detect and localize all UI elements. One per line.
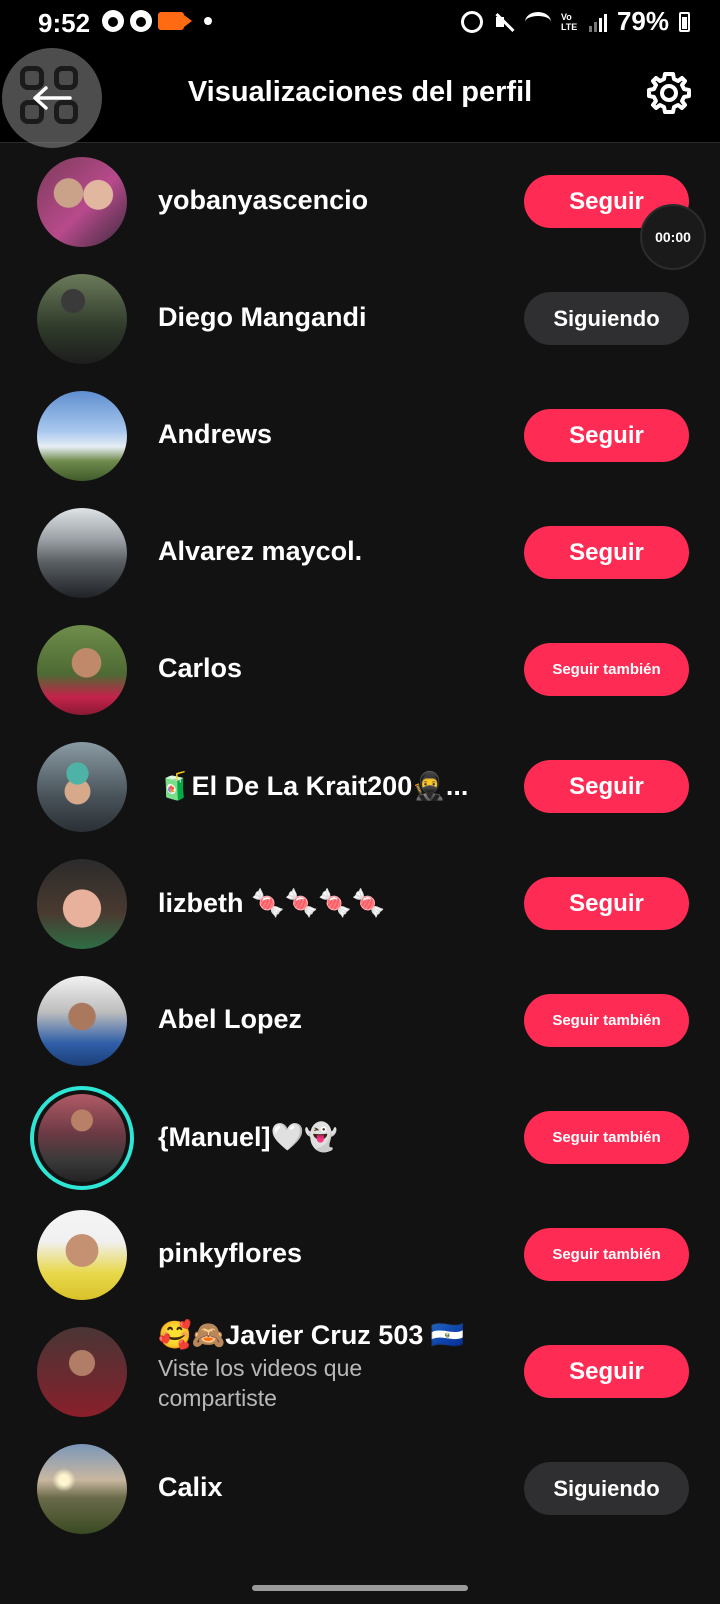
page-title: Visualizaciones del perfil: [187, 76, 533, 108]
signal-icon: [588, 12, 607, 32]
avatar[interactable]: [37, 976, 127, 1066]
follow-back-button[interactable]: Seguir también: [524, 643, 689, 696]
username[interactable]: yobanyascencio: [158, 185, 368, 216]
list-item[interactable]: Carlos Seguir también: [0, 611, 720, 731]
username[interactable]: Diego Mangandi: [158, 302, 367, 333]
home-indicator[interactable]: [252, 1585, 468, 1591]
follow-button[interactable]: Seguir: [524, 526, 689, 579]
battery-icon: [679, 11, 690, 32]
list-item[interactable]: 🧃El De La Krait200🥷... Seguir: [0, 728, 720, 848]
system-icons: Vo LTE 79%: [460, 6, 690, 37]
username[interactable]: lizbeth 🍬🍬🍬🍬: [158, 887, 385, 919]
screen-recorder-timer[interactable]: 00:00: [640, 204, 706, 270]
list-item[interactable]: Andrews Seguir: [0, 377, 720, 497]
avatar[interactable]: [37, 1327, 127, 1417]
list-item[interactable]: Calix Siguiendo: [0, 1430, 720, 1550]
follow-back-button[interactable]: Seguir también: [524, 994, 689, 1047]
volte-icon: Vo LTE: [560, 11, 578, 32]
battery-percent: 79%: [616, 6, 669, 36]
more-notifications-dot-icon: [204, 17, 212, 25]
avatar[interactable]: [37, 157, 127, 247]
avatar[interactable]: [37, 859, 127, 949]
list-item[interactable]: Diego Mangandi Siguiendo: [0, 260, 720, 380]
avatar[interactable]: [37, 1444, 127, 1534]
username[interactable]: Calix: [158, 1472, 223, 1503]
app-notification-icon: [102, 10, 124, 32]
list-item[interactable]: {Manuel]🤍👻 Seguir también: [0, 1079, 720, 1199]
username[interactable]: Andrews: [158, 419, 272, 450]
follow-button[interactable]: Seguir: [524, 409, 689, 462]
list-item[interactable]: Abel Lopez Seguir también: [0, 962, 720, 1082]
following-button[interactable]: Siguiendo: [524, 292, 689, 345]
username[interactable]: Carlos: [158, 653, 242, 684]
list-item[interactable]: pinkyflores Seguir también: [0, 1196, 720, 1316]
list-item[interactable]: Alvarez maycol. Seguir: [0, 494, 720, 614]
follow-button[interactable]: Seguir: [524, 877, 689, 930]
follow-button[interactable]: Seguir: [524, 1345, 689, 1398]
gear-icon: [647, 72, 691, 114]
avatar[interactable]: [37, 274, 127, 364]
alarm-icon: [460, 10, 483, 33]
avatar[interactable]: [37, 391, 127, 481]
username[interactable]: Alvarez maycol.: [158, 536, 362, 567]
username[interactable]: Abel Lopez: [158, 1004, 302, 1035]
follow-back-button[interactable]: Seguir también: [524, 1111, 689, 1164]
mute-icon: [493, 11, 515, 33]
username[interactable]: 🧃El De La Krait200🥷...: [158, 770, 468, 802]
back-arrow-icon: [33, 86, 72, 110]
list-item[interactable]: lizbeth 🍬🍬🍬🍬 Seguir: [0, 845, 720, 965]
wifi-icon: [524, 11, 551, 32]
header: Visualizaciones del perfil: [0, 46, 720, 148]
username[interactable]: pinkyflores: [158, 1238, 302, 1269]
following-button[interactable]: Siguiendo: [524, 1462, 689, 1515]
screen-recorder-icon: [158, 12, 192, 30]
avatar[interactable]: [37, 742, 127, 832]
settings-button[interactable]: [646, 70, 692, 116]
avatar[interactable]: [37, 625, 127, 715]
status-time: 9:52: [38, 8, 91, 38]
back-button[interactable]: [2, 48, 102, 148]
username[interactable]: {Manuel]🤍👻: [158, 1121, 338, 1153]
viewer-subtitle: Viste los videos que compartiste: [158, 1355, 363, 1411]
app-notification-icon: [130, 10, 152, 32]
status-bar: 9:52 Vo LTE 79%: [0, 0, 720, 46]
follow-button[interactable]: Seguir: [524, 760, 689, 813]
screen: 9:52 Vo LTE 79% Visualizaciones del perfi…: [0, 0, 720, 1604]
list-item[interactable]: 🥰🙈Javier Cruz 503 🇸🇻 Viste los videos qu…: [0, 1313, 720, 1433]
username[interactable]: 🥰🙈Javier Cruz 503 🇸🇻: [158, 1319, 464, 1351]
avatar[interactable]: [37, 1210, 127, 1300]
avatar[interactable]: [37, 508, 127, 598]
avatar-with-story-ring[interactable]: [30, 1086, 134, 1190]
follow-back-button[interactable]: Seguir también: [524, 1228, 689, 1281]
list-item[interactable]: yobanyascencio Seguir: [0, 143, 720, 263]
avatar: [38, 1094, 126, 1182]
notification-icons: [102, 10, 212, 32]
